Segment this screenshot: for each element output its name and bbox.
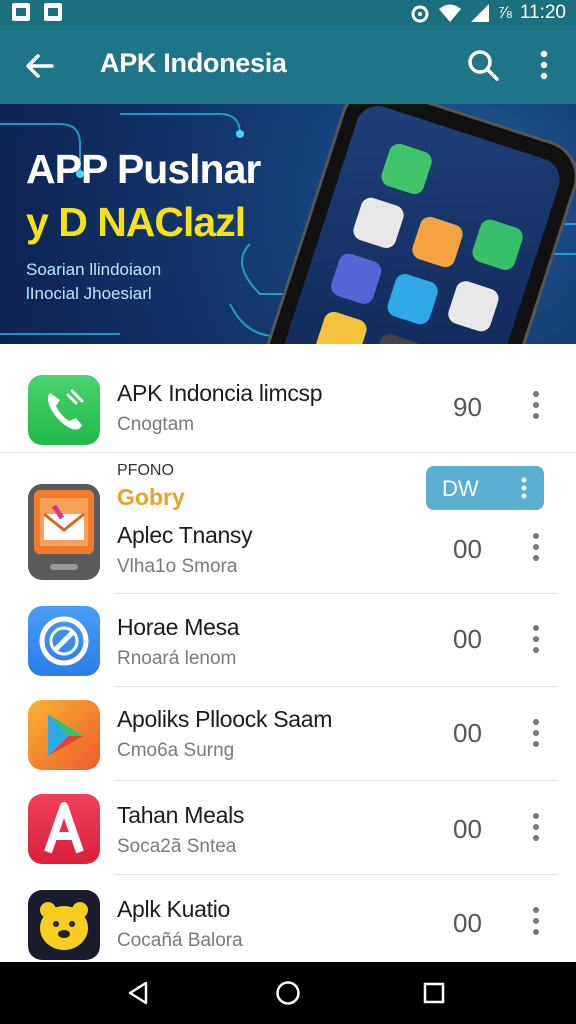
app-developer: Cnogtam (117, 414, 195, 435)
back-arrow-icon[interactable] (22, 48, 58, 84)
download-button[interactable]: DW (426, 466, 544, 510)
app-count: 00 (453, 624, 482, 654)
app-bar: APK Indonesia (0, 26, 576, 104)
app-developer: Rnoará lenom (117, 648, 237, 669)
gallery-notification-icon (12, 3, 30, 21)
nav-recents-icon[interactable] (420, 979, 448, 1007)
search-icon[interactable] (466, 48, 500, 82)
download-button-label: DW (442, 476, 479, 501)
play-app-icon (28, 700, 100, 770)
nav-back-icon[interactable] (124, 979, 152, 1007)
list-item[interactable]: APK Indoncia limcsp Cnogtam 90 (0, 372, 576, 452)
download-menu-icon[interactable] (518, 476, 530, 500)
item-more-icon[interactable] (526, 718, 546, 748)
app-developer: Vlha1o Smora (117, 556, 238, 577)
banner-headline-secondary: y D NAClazl (26, 199, 246, 245)
list-divider (114, 780, 558, 781)
app-name: Aplec Tnansy (117, 522, 253, 548)
app-count: 90 (453, 392, 482, 422)
app-count: 00 (453, 814, 482, 844)
item-more-icon[interactable] (526, 624, 546, 654)
mail-notification-icon (44, 3, 62, 21)
status-bar: ⅞ 11:20 (0, 0, 576, 26)
more-options-icon[interactable] (530, 48, 558, 82)
promo-banner[interactable]: APP Puslnar y D NAClazl Soarian llindoia… (0, 104, 576, 344)
list-item[interactable]: Aplk Kuatio Cocañá Balora 00 (0, 884, 576, 962)
alarm-icon (411, 5, 429, 23)
app-count: 00 (453, 718, 482, 748)
list-divider (114, 686, 558, 687)
app-developer: Cocañá Balora (117, 930, 243, 951)
app-name: Horae Mesa (117, 614, 240, 640)
app-developer: Cmo6a Surng (117, 740, 235, 761)
section-divider (0, 452, 576, 453)
list-item[interactable]: Horae Mesa Rnoará lenom 00 (0, 602, 576, 686)
list-divider (114, 593, 558, 594)
item-more-icon[interactable] (526, 532, 546, 562)
app-name: Tahan Meals (117, 802, 245, 828)
phone-app-icon (28, 375, 100, 445)
wifi-icon (438, 4, 461, 22)
item-more-icon[interactable] (526, 906, 546, 936)
item-more-icon[interactable] (526, 812, 546, 842)
list-divider (114, 874, 558, 875)
banner-headline: APP Puslnar (26, 146, 261, 192)
app-name: APK Indoncia limcsp (117, 380, 323, 406)
letter-a-app-icon (28, 794, 100, 864)
app-developer: Soca2ã Sntea (117, 836, 237, 857)
compass-app-icon (28, 606, 100, 676)
system-navigation-bar (0, 962, 576, 1024)
app-name: Aplk Kuatio (117, 896, 231, 922)
status-time: 11:20 (519, 2, 566, 23)
bear-app-icon (28, 890, 100, 960)
list-item[interactable]: Apoliks Plloock Saam Cmo6a Surng 00 (0, 696, 576, 780)
app-name: Apoliks Plloock Saam (117, 706, 333, 732)
mail-app-icon (28, 484, 100, 580)
item-more-icon[interactable] (526, 390, 546, 420)
banner-subtitle-line-1: Soarian llindoiaon (26, 260, 162, 279)
page-title: APK Indonesia (100, 48, 287, 78)
battery-indicator: ⅞ (497, 3, 512, 22)
banner-subtitle-line-2: lInocial Jhoesiarl (26, 284, 152, 303)
app-tag: Gobry (117, 484, 185, 510)
app-count: 00 (453, 534, 482, 564)
signal-icon (470, 4, 489, 22)
app-category: PFONO (117, 462, 174, 479)
list-item[interactable]: Tahan Meals Soca2ã Sntea 00 (0, 790, 576, 874)
nav-home-icon[interactable] (274, 979, 302, 1007)
app-count: 00 (453, 908, 482, 938)
